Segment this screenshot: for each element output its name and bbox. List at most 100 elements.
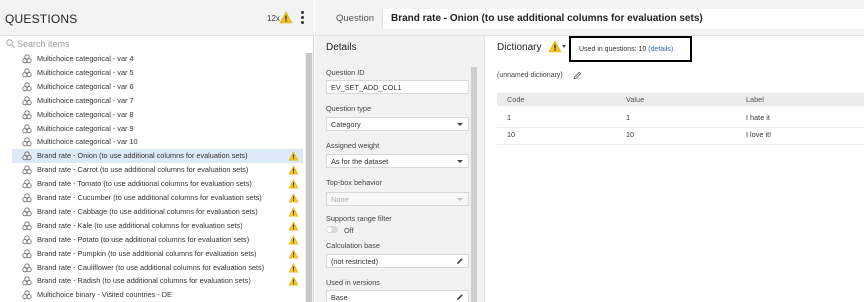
multichoice-icon <box>22 207 32 217</box>
multichoice-icon <box>22 276 32 286</box>
more-options-icon[interactable] <box>300 11 306 25</box>
list-item[interactable]: Multichoice categorical - var 5 <box>12 66 303 80</box>
dictionary-panel: Dictionary Used in questions: 10 (detail… <box>486 36 864 302</box>
question-type-label: Question type <box>326 104 372 113</box>
pencil-icon[interactable] <box>573 71 582 80</box>
list-item[interactable]: Multichoice categorical - var 7 <box>12 94 303 108</box>
list-item-label: Multichoice categorical - var 5 <box>37 67 134 77</box>
warning-icon[interactable] <box>288 193 299 203</box>
chevron-down-icon[interactable] <box>562 45 566 48</box>
search-input[interactable] <box>17 37 297 51</box>
cell-label: I hate it <box>746 113 770 122</box>
assigned-weight-select[interactable]: As for the dataset <box>326 154 469 168</box>
question-type-value: Category <box>331 120 361 129</box>
warning-icon[interactable] <box>288 248 299 259</box>
list-item[interactable]: Brand rate - Pumpkin (to use additional … <box>12 247 303 261</box>
list-item-label: Multichoice categorical - var 4 <box>37 54 134 63</box>
multichoice-icon <box>22 235 32 244</box>
list-item[interactable]: Brand rate - Potato (to use additional c… <box>12 233 303 247</box>
assigned-weight-label: Assigned weight <box>326 141 380 150</box>
warning-icon[interactable] <box>279 11 293 24</box>
warning-icon[interactable] <box>548 40 562 53</box>
warning-count: 12x <box>267 14 280 23</box>
used-in-questions-text: Used in questions: 10 (details) <box>579 46 673 53</box>
question-bar: Question Brand rate - Onion (to use addi… <box>315 0 864 36</box>
list-item-label: Brand rate - Pumpkin (to use additional … <box>37 248 257 258</box>
list-item-label: Brand rate - Radish (to use additional c… <box>37 276 251 286</box>
list-item-label: Brand rate - Kale (to use additional col… <box>37 220 243 230</box>
details-title: Details <box>326 42 357 53</box>
list-item[interactable]: Brand rate - Radish (to use additional c… <box>12 274 303 288</box>
multichoice-icon <box>22 221 32 230</box>
list-item-label: Multichoice binary - Visited countries -… <box>37 290 172 300</box>
list-item-label: Brand rate - Onion (to use additional co… <box>37 151 248 161</box>
multichoice-icon <box>22 165 32 175</box>
pencil-icon[interactable] <box>456 293 464 301</box>
topbox-label: Top-box behavior <box>326 178 382 187</box>
question-title-field[interactable]: Brand rate - Onion (to use additional co… <box>382 9 864 29</box>
list-item[interactable]: Brand rate - Tomato (to use additional c… <box>12 177 303 191</box>
list-item-label: Multichoice categorical - var 10 <box>37 137 138 147</box>
list-item[interactable]: Brand rate - Onion (to use additional co… <box>12 149 303 164</box>
chevron-down-icon <box>457 198 463 201</box>
warning-icon[interactable] <box>288 207 299 217</box>
dictionary-title: Dictionary <box>497 42 542 53</box>
list-item[interactable]: Brand rate - Cauliflower (to use additio… <box>12 261 303 275</box>
toggle-knob <box>327 227 332 232</box>
pencil-icon[interactable] <box>456 257 464 265</box>
warning-icon[interactable] <box>288 234 299 245</box>
list-item[interactable]: Multichoice categorical - var 9 <box>12 122 303 136</box>
multichoice-icon <box>22 68 32 78</box>
warning-icon[interactable] <box>288 165 299 175</box>
chevron-down-icon <box>457 160 463 163</box>
multichoice-icon <box>22 262 32 272</box>
column-header-code[interactable]: Code <box>507 95 524 104</box>
list-item[interactable]: Brand rate - Carrot (to use additional c… <box>12 163 303 177</box>
questions-panel: QUESTIONS 12x Multichoice categorical - … <box>0 0 314 302</box>
cell-code: 10 <box>507 130 516 139</box>
cell-code: 1 <box>507 113 512 122</box>
list-item-label: Brand rate - Cabbage (to use additional … <box>37 206 258 216</box>
column-header-value[interactable]: Value <box>626 95 644 104</box>
warning-icon[interactable] <box>288 221 299 231</box>
table-row[interactable]: 1 1 I hate it <box>497 110 864 128</box>
scrollbar-thumb[interactable] <box>306 53 312 302</box>
details-scrollbar[interactable] <box>471 67 477 302</box>
table-header: Code Value Label <box>497 93 864 106</box>
details-link[interactable]: (details) <box>648 46 673 53</box>
list-item-label: Multichoice categorical - var 6 <box>37 81 134 91</box>
question-type-select[interactable]: Category <box>326 117 469 131</box>
list-item-label: Brand rate - Carrot (to use additional c… <box>37 165 249 175</box>
list-item[interactable]: Multichoice categorical - var 4 <box>12 53 303 66</box>
question-id-field[interactable]: EV_SET_ADD_COL1 <box>326 80 469 94</box>
multichoice-icon <box>22 193 32 203</box>
calc-base-field[interactable]: (not restricted) <box>326 254 469 268</box>
used-versions-field[interactable]: Base <box>326 290 469 302</box>
multichoice-icon <box>22 96 32 105</box>
table-row[interactable]: 10 10 I love it! <box>497 127 864 145</box>
warning-icon[interactable] <box>288 276 299 286</box>
assigned-weight-value: As for the dataset <box>331 157 389 166</box>
list-item[interactable]: Multichoice categorical - var 6 <box>12 80 303 94</box>
column-header-label[interactable]: Label <box>746 95 764 104</box>
range-filter-toggle[interactable] <box>326 226 338 233</box>
warning-icon[interactable] <box>288 151 299 161</box>
question-id-value: EV_SET_ADD_COL1 <box>331 83 402 92</box>
warning-icon[interactable] <box>288 179 299 189</box>
list-item[interactable]: Brand rate - Kale (to use additional col… <box>12 219 303 233</box>
list-item[interactable]: Multichoice binary - Visited countries -… <box>12 288 303 302</box>
question-id-label: Question ID <box>326 68 365 77</box>
scrollbar-thumb[interactable] <box>471 67 477 302</box>
list-item-label: Multichoice categorical - var 7 <box>37 95 134 105</box>
cell-value: 10 <box>626 130 635 139</box>
questions-header: QUESTIONS 12x <box>0 0 314 36</box>
topbox-select[interactable]: None <box>326 192 469 206</box>
questions-scrollbar[interactable] <box>305 53 313 302</box>
list-item[interactable]: Brand rate - Cabbage (to use additional … <box>12 205 303 219</box>
list-item[interactable]: Multichoice categorical - var 8 <box>12 108 303 122</box>
list-item[interactable]: Multichoice categorical - var 10 <box>12 135 303 149</box>
warning-icon[interactable] <box>288 262 299 273</box>
list-item[interactable]: Brand rate - Cucumber (to use additional… <box>12 191 303 205</box>
list-item-label: Brand rate - Cauliflower (to use additio… <box>37 262 265 272</box>
list-item-label: Multichoice categorical - var 9 <box>37 123 134 133</box>
